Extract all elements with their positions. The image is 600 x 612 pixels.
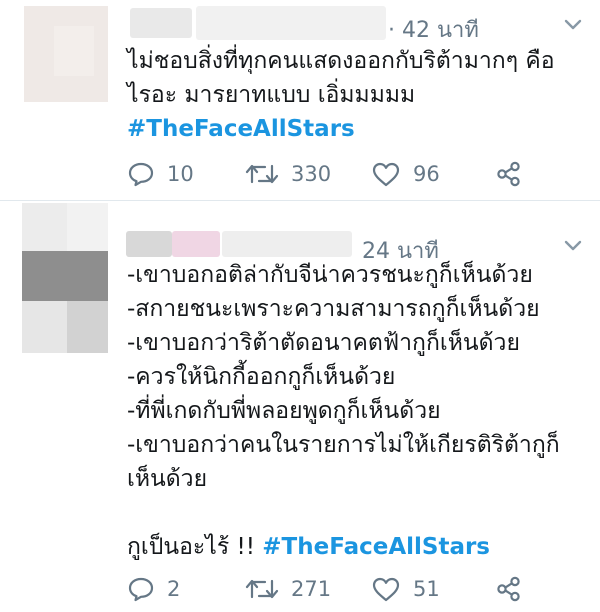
like-icon <box>372 577 400 602</box>
chevron-down-icon[interactable] <box>563 18 583 32</box>
reply-count: 2 <box>167 577 181 601</box>
reply-count: 10 <box>167 162 194 186</box>
avatar-blur <box>67 301 108 353</box>
tweet-line: ไรอะ มารยาทแบบ เอิ่มมมมม <box>127 82 416 108</box>
share-icon <box>497 576 520 602</box>
avatar-blur <box>54 26 94 76</box>
retweet-count: 271 <box>291 577 332 601</box>
share-icon <box>497 161 520 187</box>
username-blurred[interactable] <box>130 8 192 38</box>
avatar-blur <box>22 251 108 301</box>
reply-icon <box>128 577 154 602</box>
retweet-icon <box>245 164 279 184</box>
hashtag-link[interactable]: #TheFaceAllStars <box>262 534 490 560</box>
tweet-text: ไม่ชอบสิ่งที่ทุกคนแสดงออกกับริต้ามากๆ คื… <box>127 44 555 146</box>
retweet-button[interactable]: 271 <box>245 575 331 603</box>
username-blurred <box>172 231 220 257</box>
reply-button[interactable]: 10 <box>127 160 194 188</box>
avatar[interactable] <box>22 203 108 353</box>
avatar[interactable] <box>24 6 108 102</box>
tweet-actions: 2 271 51 <box>127 575 547 607</box>
tweet-1[interactable]: · 42 นาที ไม่ชอบสิ่งที่ทุกคนแสดงออกกับริ… <box>0 0 600 200</box>
tweet-timestamp[interactable]: · 42 นาที <box>388 12 479 47</box>
like-count: 51 <box>413 577 440 601</box>
like-count: 96 <box>413 162 440 186</box>
like-icon <box>372 162 400 187</box>
retweet-icon <box>245 579 279 599</box>
tweet-actions: 10 330 96 <box>127 160 547 192</box>
avatar-blur <box>22 203 67 251</box>
tweet-line: -เขาบอกอติล่ากับจีน่าควรชนะกูก็เห็นด้วย <box>127 262 533 288</box>
tweet-line: -เขาบอกว่าริต้าตัดอนาคตฟ้ากูก็เห็นด้วย <box>127 330 520 356</box>
retweet-count: 330 <box>291 162 332 186</box>
share-button[interactable] <box>495 160 523 188</box>
handle-blurred <box>222 231 352 257</box>
tweet-line: -ที่พี่เกดกับพี่พลอยพูดกูก็เห็นด้วย <box>127 398 441 424</box>
avatar-blur <box>22 301 67 353</box>
tweet-text: -เขาบอกอติล่ากับจีน่าควรชนะกูก็เห็นด้วย -… <box>127 258 560 564</box>
reply-button[interactable]: 2 <box>127 575 180 603</box>
reply-icon <box>128 162 154 187</box>
like-button[interactable]: 51 <box>371 575 440 603</box>
share-button[interactable] <box>495 575 523 603</box>
tweet-line: ไม่ชอบสิ่งที่ทุกคนแสดงออกกับริต้ามากๆ คื… <box>127 48 555 74</box>
like-button[interactable]: 96 <box>371 160 440 188</box>
tweet-2[interactable]: 24 นาที -เขาบอกอติล่ากับจีน่าควรชนะกูก็เ… <box>0 201 600 612</box>
tweet-closing-line: กูเป็นอะไร้ !! #TheFaceAllStars <box>127 530 560 564</box>
handle-blurred <box>196 6 386 40</box>
retweet-button[interactable]: 330 <box>245 160 331 188</box>
hashtag-link[interactable]: #TheFaceAllStars <box>127 112 555 146</box>
closing-text: กูเป็นอะไร้ !! <box>127 534 263 560</box>
username-blurred[interactable] <box>126 231 172 257</box>
tweet-line: -สกายชนะเพราะความสามารถกูก็เห็นด้วย <box>127 296 540 322</box>
tweet-line: -เขาบอกว่าคนในรายการไม่ให้เกียรติริต้ากู… <box>127 432 560 458</box>
tweet-line: เห็นด้วย <box>127 466 208 492</box>
tweet-line: -ควรให้นิกกี้ออกกูก็เห็นด้วย <box>127 364 396 390</box>
avatar-blur <box>67 203 108 251</box>
chevron-down-icon[interactable] <box>563 239 583 253</box>
